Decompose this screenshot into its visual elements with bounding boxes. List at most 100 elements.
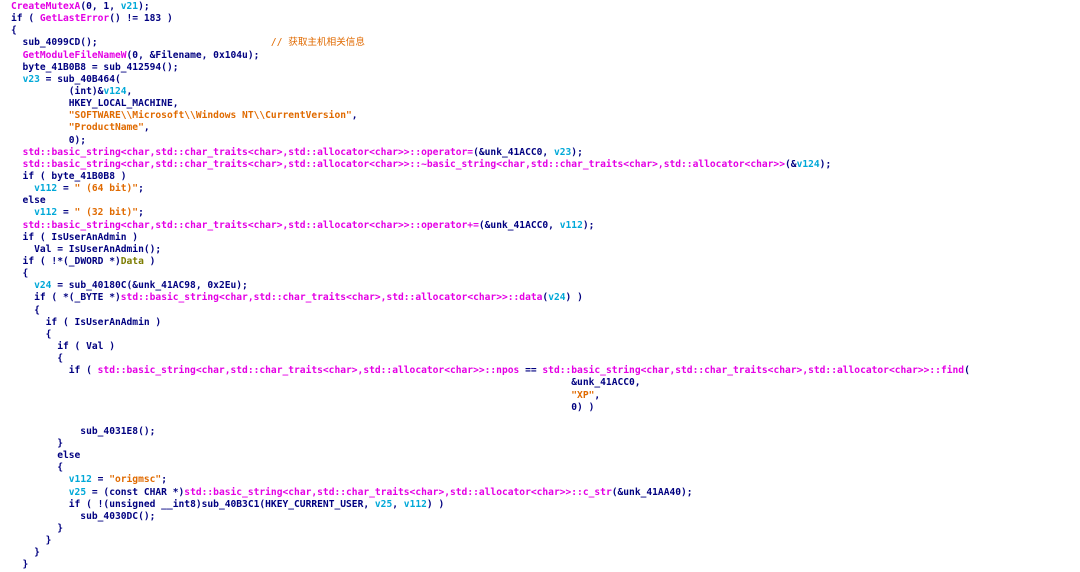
variable-name: v25 (68, 486, 87, 498)
code-text: , (594, 389, 601, 401)
code-line[interactable]: { (11, 305, 1080, 317)
code-line[interactable]: sub_4099CD(); // 获取主机相关信息 (11, 37, 1080, 49)
code-text: 0); (11, 134, 87, 146)
code-text: (& (785, 158, 797, 170)
code-line[interactable]: "ProductName", (11, 122, 1080, 134)
code-text: if ( Val ) (11, 340, 115, 352)
code-line[interactable]: if ( IsUserAnAdmin ) (11, 232, 1080, 244)
code-text: *) (166, 486, 185, 498)
code-text: (&unk_41ACC0, (478, 219, 560, 231)
variable-name: v112 (403, 498, 427, 510)
code-line[interactable]: v112 = " (32 bit)"; (11, 207, 1080, 219)
code-text: if ( (11, 13, 40, 25)
variable-name: v112 (34, 207, 58, 219)
code-line[interactable]: if ( GetLastError() != 183 ) (11, 13, 1080, 25)
function-name: CreateMutexA (11, 1, 81, 12)
code-line[interactable]: if ( *(_BYTE *)std::basic_string<char,st… (11, 292, 1080, 304)
code-text: ( (964, 365, 970, 377)
code-text: } (11, 438, 63, 450)
function-name: std::basic_string<char,std::char_traits<… (120, 292, 543, 304)
code-text: sub_4031E8(); (11, 425, 156, 437)
code-text: ); (138, 1, 150, 12)
code-line[interactable]: std::basic_string<char,std::char_traits<… (11, 159, 1080, 171)
code-text: { (11, 328, 52, 340)
variable-name: v23 (22, 73, 40, 85)
code-line[interactable]: 0) ) (11, 402, 1080, 414)
code-line[interactable]: v24 = sub_40180C(&unk_41AC98, 0x2Eu); (11, 280, 1080, 292)
code-text: if ( byte_41B0B8 ) (11, 170, 127, 182)
code-line[interactable]: sub_4030DC(); (11, 511, 1080, 523)
code-line[interactable]: GetModuleFileNameW(0, &Filename, 0x104u)… (11, 50, 1080, 62)
code-line[interactable]: if ( byte_41B0B8 ) (11, 171, 1080, 183)
code-text: = (91, 474, 110, 486)
code-line[interactable]: } (11, 535, 1080, 547)
code-line[interactable]: std::basic_string<char,std::char_traits<… (11, 147, 1080, 159)
code-text: else (11, 195, 46, 207)
variable-name: v124 (796, 158, 820, 170)
code-text: if ( !*( (11, 255, 69, 267)
code-line[interactable]: 0); (11, 135, 1080, 147)
code-line[interactable]: else (11, 195, 1080, 207)
code-line[interactable]: if ( !*(_DWORD *)Data ) (11, 256, 1080, 268)
code-line[interactable] (11, 414, 1080, 426)
code-text: , (351, 110, 358, 122)
string-literal: "origmsc" (109, 474, 162, 486)
code-view[interactable]: CreateMutexA(0, 1, v21); if ( GetLastErro… (0, 0, 1080, 570)
code-line[interactable]: } (11, 547, 1080, 559)
code-text: (0, 1, (80, 1, 121, 12)
code-text: = sub_40B464( (39, 73, 121, 85)
code-text: } (11, 559, 29, 571)
code-line[interactable]: Val = IsUserAnAdmin(); (11, 244, 1080, 256)
code-line[interactable]: (int)&v124, (11, 86, 1080, 98)
code-text: *) (103, 255, 121, 267)
variable-name: v112 (559, 219, 583, 231)
code-line[interactable]: if ( !(unsigned __int8)sub_40B3C1(HKEY_C… (11, 499, 1080, 511)
code-line[interactable]: } (11, 559, 1080, 571)
code-line[interactable]: else (11, 450, 1080, 462)
code-text: ) (143, 255, 156, 267)
code-line[interactable]: { (11, 353, 1080, 365)
variable-name: v25 (374, 498, 393, 510)
code-line[interactable]: v25 = (const CHAR *)std::basic_string<ch… (11, 487, 1080, 499)
code-text: sub_4030DC(); (11, 510, 156, 522)
code-line[interactable]: { (11, 462, 1080, 474)
code-line[interactable]: if ( IsUserAnAdmin ) (11, 317, 1080, 329)
code-line[interactable]: { (11, 329, 1080, 341)
keyword: const CHAR (109, 486, 167, 498)
code-text: ; (138, 207, 144, 219)
code-line[interactable]: std::basic_string<char,std::char_traits<… (11, 220, 1080, 232)
code-text: = sub_40180C(&unk_41AC98, 0x2Eu); (51, 280, 248, 292)
string-literal: "ProductName" (68, 122, 144, 134)
code-line[interactable]: byte_41B0B8 = sub_412594(); (11, 62, 1080, 74)
code-text: sub_4099CD(); (11, 37, 271, 49)
function-name: std::basic_string<char,std::char_traits<… (184, 486, 612, 498)
code-line[interactable]: } (11, 523, 1080, 535)
code-text: { (11, 462, 63, 474)
code-line[interactable]: if ( std::basic_string<char,std::char_tr… (11, 365, 1080, 377)
code-line[interactable]: &unk_41ACC0, (11, 377, 1080, 389)
code-line[interactable]: { (11, 25, 1080, 37)
code-line[interactable]: v23 = sub_40B464( (11, 74, 1080, 86)
code-text: = (57, 207, 75, 219)
code-line[interactable]: CreateMutexA(0, 1, v21); (11, 1, 1080, 13)
code-line[interactable]: v112 = "origmsc"; (11, 474, 1080, 486)
code-text: ; (161, 474, 167, 486)
code-line[interactable]: v112 = " (64 bit)"; (11, 183, 1080, 195)
variable-name: v124 (103, 85, 127, 97)
code-line[interactable]: HKEY_LOCAL_MACHINE, (11, 98, 1080, 110)
string-literal: "SOFTWARE\\Microsoft\\Windows NT\\Curren… (68, 110, 352, 122)
code-line[interactable]: sub_4031E8(); (11, 426, 1080, 438)
code-line[interactable]: "XP", (11, 390, 1080, 402)
code-line[interactable]: } (11, 438, 1080, 450)
code-line[interactable]: "SOFTWARE\\Microsoft\\Windows NT\\Curren… (11, 110, 1080, 122)
code-line[interactable]: { (11, 268, 1080, 280)
code-text: &unk_41ACC0, (11, 377, 641, 389)
code-text: *) (103, 292, 121, 304)
code-line[interactable]: if ( Val ) (11, 341, 1080, 353)
